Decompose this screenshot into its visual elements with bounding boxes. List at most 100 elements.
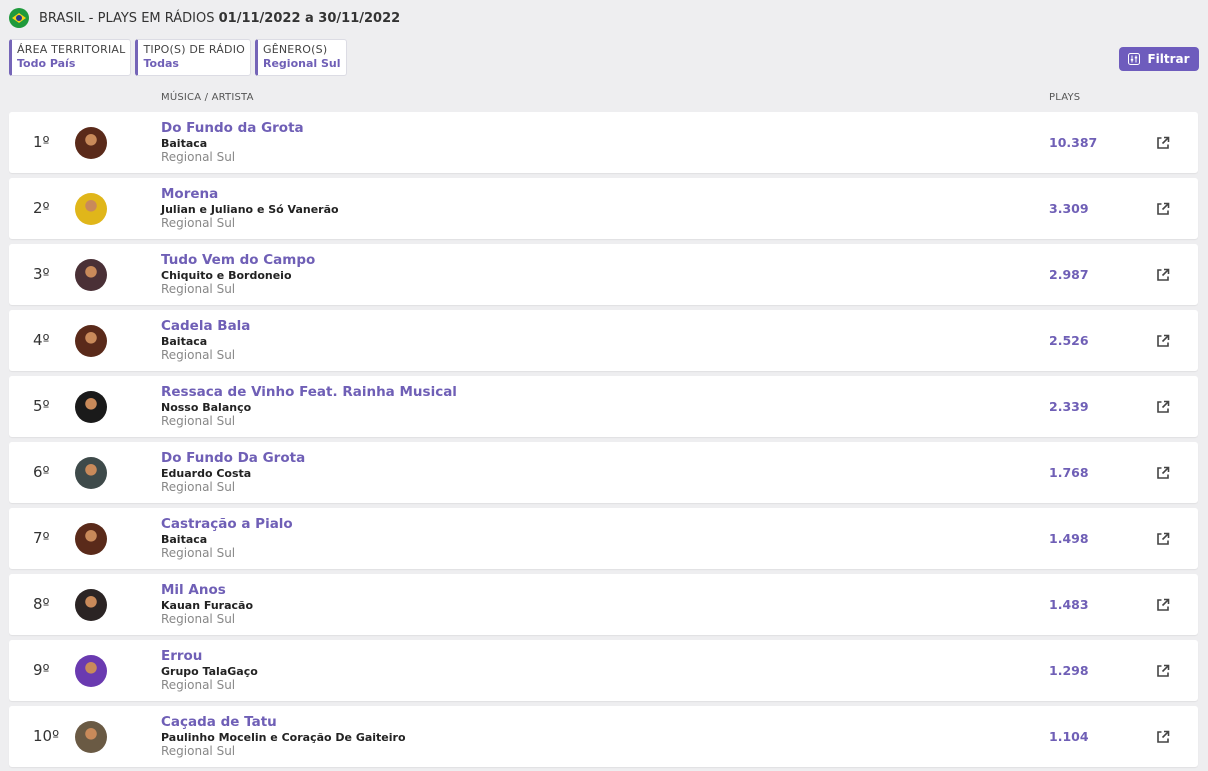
song-title[interactable]: Tudo Vem do Campo [161,252,315,268]
artist-avatar [75,721,107,753]
artist-avatar [75,523,107,555]
genre-label: Regional Sul [161,678,236,692]
artist-avatar [75,193,107,225]
rank-position: 5º [33,397,50,415]
filter-chip-genre[interactable]: GÊNERO(S) Regional Sul [255,39,347,76]
plays-count: 1.104 [1049,729,1089,744]
ranking-row[interactable]: 8º Mil Anos Kauan Furacão Regional Sul 1.483 [9,574,1198,635]
genre-label: Regional Sul [161,216,236,230]
plays-count: 1.768 [1049,465,1089,480]
artist-name: Grupo TalaGaço [161,665,258,678]
song-title[interactable]: Do Fundo Da Grota [161,450,305,466]
artist-name: Nosso Balanço [161,401,252,414]
filter-chips: ÁREA TERRITORIAL Todo País TIPO(S) DE RÁ… [9,39,351,76]
plays-count: 1.483 [1049,597,1089,612]
ranking-row[interactable]: 4º Cadela Bala Baitaca Regional Sul 2.526 [9,310,1198,371]
filter-chip-radio-type[interactable]: TIPO(S) DE RÁDIO Todas [135,39,251,76]
genre-label: Regional Sul [161,348,236,362]
genre-label: Regional Sul [161,744,236,758]
artist-name: Eduardo Costa [161,467,252,480]
artist-name: Paulinho Mocelin e Coração De Gaiteiro [161,731,406,744]
song-title[interactable]: Morena [161,186,218,202]
ranking-row[interactable]: 7º Castração a Pialo Baitaca Regional Sul 1.… [9,508,1198,569]
genre-label: Regional Sul [161,612,236,626]
artist-avatar [75,391,107,423]
artist-avatar [75,655,107,687]
plays-count: 2.987 [1049,267,1089,282]
artist-avatar [75,259,107,291]
rank-position: 1º [33,133,50,151]
external-link-icon[interactable] [1155,267,1171,283]
ranking-row[interactable]: 10º Caçada de Tatu Paulinho Mocelin e Cora… [9,706,1198,767]
plays-count: 1.498 [1049,531,1089,546]
artist-name: Baitaca [161,533,208,546]
rank-position: 8º [33,595,50,613]
song-title[interactable]: Cadela Bala [161,318,250,334]
external-link-icon[interactable] [1155,729,1171,745]
filter-button[interactable]: Filtrar [1119,47,1199,71]
artist-avatar [75,457,107,489]
filter-chip-value: Todo País [17,57,76,70]
external-link-icon[interactable] [1155,531,1171,547]
artist-avatar [75,127,107,159]
rank-position: 3º [33,265,50,283]
ranking-row[interactable]: 2º Morena Julian e Juliano e Só Vanerão Reg… [9,178,1198,239]
song-title[interactable]: Caçada de Tatu [161,714,277,730]
song-title[interactable]: Ressaca de Vinho Feat. Rainha Musical [161,384,457,400]
ranking-row[interactable]: 5º Ressaca de Vinho Feat. Rainha Musical N… [9,376,1198,437]
rank-position: 2º [33,199,50,217]
genre-label: Regional Sul [161,480,236,494]
rank-position: 10º [33,727,60,745]
external-link-icon[interactable] [1155,663,1171,679]
plays-count: 3.309 [1049,201,1089,216]
song-title[interactable]: Mil Anos [161,582,226,598]
rank-position: 9º [33,661,50,679]
genre-label: Regional Sul [161,546,236,560]
filter-chip-label: TIPO(S) DE RÁDIO [143,43,245,56]
title-prefix: BRASIL - PLAYS EM RÁDIOS [39,10,215,26]
filter-chip-label: GÊNERO(S) [263,43,328,56]
filter-chip-area[interactable]: ÁREA TERRITORIAL Todo País [9,39,132,76]
plays-count: 2.526 [1049,333,1089,348]
artist-name: Chiquito e Bordoneio [161,269,292,282]
external-link-icon[interactable] [1155,597,1171,613]
filter-chip-label: ÁREA TERRITORIAL [17,43,126,56]
artist-name: Baitaca [161,137,208,150]
external-link-icon[interactable] [1155,465,1171,481]
artist-avatar [75,589,107,621]
artist-name: Kauan Furacão [161,599,254,612]
genre-label: Regional Sul [161,282,236,296]
column-header-music-artist: MÚSICA / ARTISTA [161,92,254,103]
song-title[interactable]: Castração a Pialo [161,516,293,532]
rank-position: 7º [33,529,50,547]
filter-chip-value: Regional Sul [263,57,341,70]
brazil-flag-icon [9,8,29,28]
plays-count: 2.339 [1049,399,1089,414]
rank-position: 6º [33,463,50,481]
ranking-row[interactable]: 1º Do Fundo da Grota Baitaca Regional Sul 10… [9,112,1198,173]
filter-button-label: Filtrar [1147,52,1190,66]
ranking-row[interactable]: 6º Do Fundo Da Grota Eduardo Costa Regional… [9,442,1198,503]
ranking-list: 1º Do Fundo da Grota Baitaca Regional Sul 10… [9,112,1198,771]
filter-chip-value: Todas [143,57,179,70]
date-range: 01/11/2022 a 30/11/2022 [218,10,401,26]
ranking-row[interactable]: 3º Tudo Vem do Campo Chiquito e Bordoneio R… [9,244,1198,305]
page-header: BRASIL - PLAYS EM RÁDIOS 01/11/2022 a 30… [9,8,400,28]
column-header-plays: PLAYS [1049,92,1081,103]
external-link-icon[interactable] [1155,333,1171,349]
external-link-icon[interactable] [1155,201,1171,217]
ranking-row[interactable]: 9º Errou Grupo TalaGaço Regional Sul 1.298 [9,640,1198,701]
artist-name: Baitaca [161,335,208,348]
plays-count: 10.387 [1049,135,1098,150]
artist-name: Julian e Juliano e Só Vanerão [161,203,339,216]
external-link-icon[interactable] [1155,399,1171,415]
artist-avatar [75,325,107,357]
sliders-icon [1128,53,1141,65]
genre-label: Regional Sul [161,414,236,428]
genre-label: Regional Sul [161,150,236,164]
external-link-icon[interactable] [1155,135,1171,151]
song-title[interactable]: Errou [161,648,202,664]
song-title[interactable]: Do Fundo da Grota [161,120,304,136]
plays-count: 1.298 [1049,663,1089,678]
rank-position: 4º [33,331,50,349]
